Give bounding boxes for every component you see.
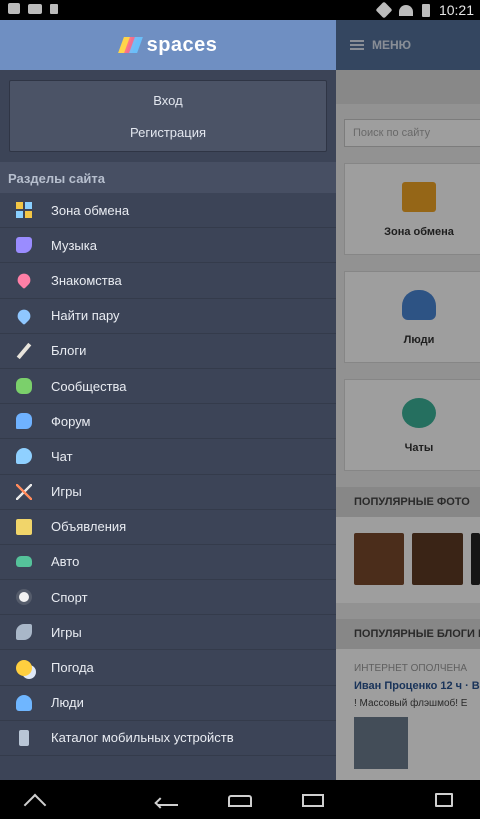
- battery-icon: [421, 3, 430, 17]
- menu-item-blogs[interactable]: Блоги: [0, 334, 336, 369]
- recent-apps-icon[interactable]: [302, 794, 324, 807]
- ball-icon: [16, 589, 32, 606]
- menu-item-dating[interactable]: Знакомства: [0, 263, 336, 299]
- system-navigation-bar: [0, 780, 480, 819]
- menu-item-label: Форум: [51, 413, 91, 429]
- menu-item-label: Погода: [51, 660, 94, 676]
- menu-item-label: Чат: [51, 448, 73, 464]
- menu-item-label: Каталог мобильных устройств: [51, 730, 234, 746]
- menu-item-label: Сообщества: [51, 378, 127, 394]
- menu-item-find-pair[interactable]: Найти пару: [0, 299, 336, 334]
- broken-heart-icon: [14, 306, 34, 325]
- chevron-up-icon[interactable]: [23, 793, 47, 817]
- music-note-icon: [16, 237, 32, 254]
- register-link[interactable]: Регистрация: [10, 117, 326, 149]
- chat-bubble-icon: [16, 448, 32, 465]
- menu-item-label: Авто: [51, 554, 80, 570]
- brand-name: spaces: [146, 33, 218, 56]
- menu-item-device-catalog[interactable]: Каталог мобильных устройств: [0, 721, 336, 756]
- auth-box: Вход Регистрация: [9, 80, 327, 152]
- menu-item-games-2[interactable]: Игры: [0, 615, 336, 651]
- menu-item-exchange-zone[interactable]: Зона обмена: [0, 193, 336, 229]
- phone-icon: [19, 729, 29, 746]
- menu-item-people[interactable]: Люди: [0, 686, 336, 721]
- mute-icon: [375, 1, 393, 19]
- car-icon: [16, 556, 32, 568]
- menu-item-games[interactable]: Игры: [0, 475, 336, 510]
- wifi-icon: [398, 4, 413, 16]
- image-icon: [8, 3, 20, 14]
- menu-item-label: Музыка: [51, 237, 97, 253]
- menu-item-label: Зона обмена: [51, 202, 130, 218]
- menu-item-chat[interactable]: Чат: [0, 439, 336, 475]
- menu-item-label: Игры: [51, 484, 82, 500]
- person-icon: [16, 694, 32, 711]
- mail-icon: [28, 3, 42, 14]
- menu-item-label: Знакомства: [51, 272, 122, 288]
- fullscreen-icon[interactable]: [435, 793, 453, 807]
- controller-icon: [16, 624, 32, 641]
- menu-item-label: Объявления: [51, 519, 127, 535]
- menu-item-label: Игры: [51, 624, 82, 640]
- menu-item-auto[interactable]: Авто: [0, 545, 336, 581]
- menu-item-music[interactable]: Музыка: [0, 228, 336, 264]
- status-bar: 10:21: [0, 0, 480, 20]
- navigation-drawer: spaces Вход Регистрация Разделы сайта Зо…: [0, 20, 336, 780]
- home-icon[interactable]: [228, 795, 252, 807]
- menu-item-label: Люди: [51, 695, 84, 711]
- sections-list: Зона обмена Музыка Знакомства Найти пару…: [0, 193, 336, 756]
- menu-item-label: Найти пару: [51, 308, 120, 324]
- drawer-scrim[interactable]: [336, 20, 480, 780]
- clock: 10:21: [438, 2, 474, 18]
- menu-item-classifieds[interactable]: Объявления: [0, 510, 336, 545]
- menu-item-label: Спорт: [51, 589, 88, 605]
- board-icon: [16, 518, 32, 535]
- menu-item-forum[interactable]: Форум: [0, 404, 336, 440]
- menu-item-communities[interactable]: Сообщества: [0, 369, 336, 405]
- menu-item-sport[interactable]: Спорт: [0, 580, 336, 616]
- login-link[interactable]: Вход: [10, 85, 326, 117]
- lock-icon: [50, 3, 58, 14]
- swords-icon: [16, 483, 32, 500]
- forum-icon: [16, 413, 32, 430]
- weather-icon: [16, 659, 32, 676]
- grid-icon: [16, 202, 32, 219]
- heart-icon: [14, 271, 34, 290]
- spaces-logo-icon: [117, 37, 143, 53]
- menu-item-weather[interactable]: Погода: [0, 650, 336, 686]
- menu-item-label: Блоги: [51, 343, 87, 359]
- drawer-header: spaces: [0, 20, 336, 70]
- pen-icon: [16, 342, 32, 360]
- sections-title: Разделы сайта: [0, 162, 336, 193]
- group-icon: [16, 378, 32, 395]
- back-icon[interactable]: [158, 796, 178, 806]
